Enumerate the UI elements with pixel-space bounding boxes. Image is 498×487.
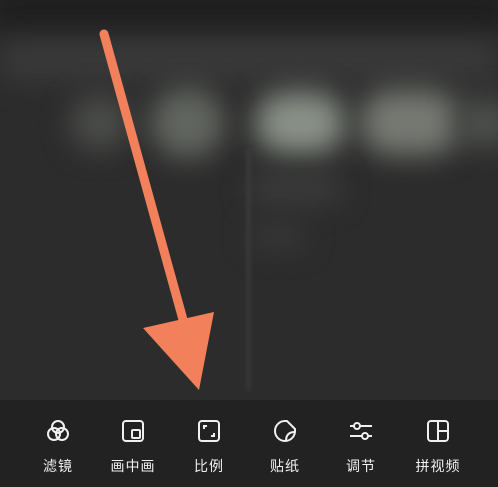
- preview-blur-region: [0, 40, 498, 80]
- timeline-playhead: [247, 150, 250, 390]
- app-screen: 滤镜 画中画 比例 贴纸 调节 拼视频: [0, 0, 498, 487]
- preview-blur-region: [455, 98, 498, 148]
- aspect-ratio-label: 比例: [194, 459, 224, 475]
- preview-blur-region: [250, 175, 340, 203]
- aspect-ratio-button[interactable]: 比例: [174, 418, 244, 480]
- filter-icon: [47, 420, 69, 441]
- split-video-label: 拼视频: [415, 459, 461, 475]
- picture-in-picture-icon: [122, 420, 144, 442]
- preview-blur-region: [150, 88, 225, 158]
- picture-in-picture-button[interactable]: 画中画: [98, 418, 168, 480]
- aspect-ratio-icon: [198, 420, 220, 442]
- preview-blur-region: [255, 92, 345, 154]
- adjust-sliders-icon: [350, 422, 372, 440]
- adjust-label: 调节: [346, 459, 376, 475]
- split-layout-icon: [427, 420, 449, 442]
- preview-blur-region: [360, 90, 460, 155]
- video-preview[interactable]: [0, 0, 498, 400]
- filter-label: 滤镜: [43, 459, 73, 475]
- preview-blur-region: [70, 95, 130, 150]
- preview-blur-region: [0, 0, 498, 35]
- adjust-button[interactable]: 调节: [326, 418, 396, 480]
- filter-button[interactable]: 滤镜: [23, 418, 93, 480]
- sticker-button[interactable]: 贴纸: [250, 418, 320, 480]
- preview-blur-region: [250, 225, 305, 247]
- picture-in-picture-label: 画中画: [110, 459, 156, 475]
- split-video-button[interactable]: 拼视频: [403, 418, 473, 480]
- sticker-icon: [274, 420, 296, 442]
- sticker-label: 贴纸: [270, 459, 300, 475]
- bottom-toolbar: 滤镜 画中画 比例 贴纸 调节 拼视频: [0, 400, 498, 487]
